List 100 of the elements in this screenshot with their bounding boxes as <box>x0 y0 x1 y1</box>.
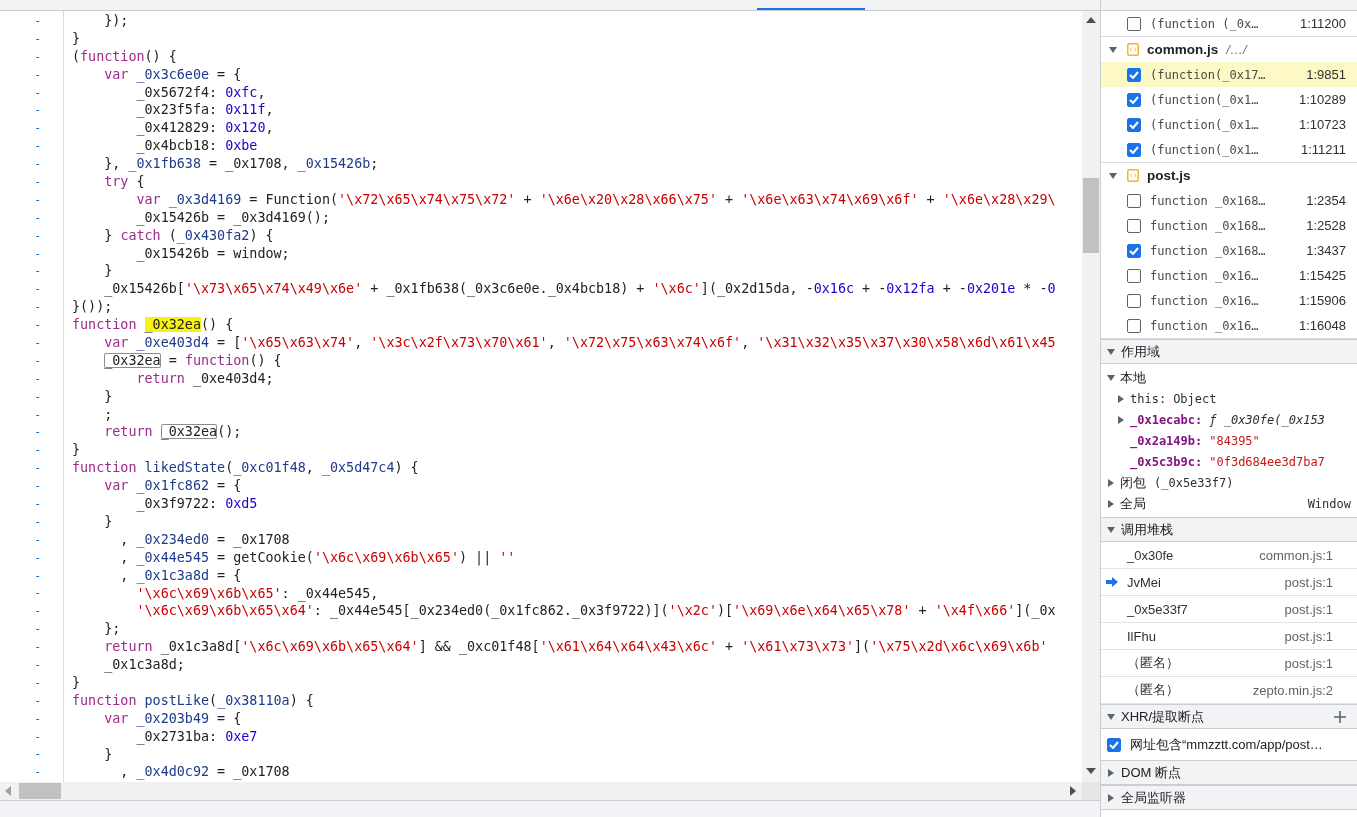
checkbox[interactable] <box>1127 142 1141 157</box>
breakpoint-location: 1:15906 <box>1299 293 1346 308</box>
caret-down-icon[interactable] <box>1109 46 1117 53</box>
caret-right-icon[interactable] <box>1118 415 1124 424</box>
breakpoint-code: (function(_0x1… <box>1150 92 1259 107</box>
code-line: } <box>103 745 114 764</box>
code-line: }, _0x1fb638 = _0x1708, _0x15426b; <box>103 155 380 173</box>
line-marker: - <box>33 30 42 48</box>
breakpoint-row[interactable]: function _0x16… 1:16048 <box>1101 313 1357 338</box>
section-header[interactable]: 全局监听器 <box>1101 785 1357 810</box>
call-frame[interactable]: _0x30fe common.js:1 <box>1101 542 1357 569</box>
scroll-up-icon[interactable] <box>1086 17 1096 23</box>
line-marker: - <box>33 478 42 496</box>
code-line: _0x1c3a8d; <box>103 656 186 674</box>
checkbox[interactable] <box>1127 318 1141 333</box>
breakpoint-location: 1:11200 <box>1299 16 1346 31</box>
call-frame[interactable]: （匿名） post.js:1 <box>1101 650 1357 677</box>
line-marker: - <box>33 120 42 138</box>
breakpoint-row[interactable]: function _0x168… 1:3437 <box>1101 238 1357 263</box>
checkbox[interactable] <box>1127 193 1141 208</box>
breakpoint-row[interactable]: (function (_0x… 1:11200 <box>1101 11 1357 36</box>
breakpoint-row[interactable]: function _0x168… 1:2528 <box>1101 213 1357 238</box>
code-line: } <box>72 441 82 460</box>
code-line: , _0x234ed0 = _0x1708 <box>119 530 291 549</box>
line-marker: - <box>33 460 42 478</box>
code-line: _0x4bcb18: 0xbe <box>135 137 259 156</box>
breakpoint-row[interactable]: (function(_0x1… 1:10723 <box>1101 112 1357 137</box>
variable-value: "0f3d684ee3d7ba7 <box>1209 454 1325 469</box>
scroll-right-icon[interactable] <box>1070 786 1076 796</box>
caret-down-icon[interactable] <box>1109 172 1117 179</box>
caret-right-icon[interactable] <box>1108 499 1114 508</box>
call-frame[interactable]: _0x5e33f7 post.js:1 <box>1101 596 1357 623</box>
section-header[interactable]: XHR/提取断点 <box>1101 704 1357 729</box>
breakpoint-location: 1:3437 <box>1306 243 1346 258</box>
vertical-scrollbar[interactable] <box>1082 11 1100 782</box>
scrollbar-thumb[interactable] <box>19 783 61 799</box>
caret-right-icon[interactable] <box>1118 394 1124 403</box>
checkbox[interactable] <box>1127 293 1141 308</box>
file-name: post.js <box>1147 168 1191 183</box>
code-line: _0x5672f4: 0xfc, <box>135 83 267 102</box>
code-line: _0x2731ba: 0xe7 <box>135 727 259 746</box>
scroll-down-icon[interactable] <box>1086 768 1096 774</box>
caret-down-icon[interactable] <box>1107 713 1115 720</box>
code-line: return _0x1c3a8d['\x6c\x69\x6b\x65\x64'] && _0xc01f48['\x61\x64\x64\x43\x6c' + '\x61\x73\x73']('\x75\x2d\x6c\x69\x6b' <box>103 638 1049 657</box>
breakpoint-row[interactable]: (function(_0x17… 1:9851 <box>1101 62 1357 87</box>
caret-right-icon[interactable] <box>1108 478 1114 487</box>
code-line: , _0x44e545 = getCookie('\x6c\x69\x6b\x65') || '' <box>119 548 517 567</box>
section-header[interactable]: 作用域 <box>1101 339 1357 364</box>
line-marker: - <box>33 424 42 442</box>
code-line: , _0x1c3a8d = { <box>119 566 243 585</box>
horizontal-scrollbar[interactable] <box>0 782 1100 800</box>
frame-location: post.js:1 <box>1284 601 1333 617</box>
breakpoint-row[interactable]: function _0x168… 1:2354 <box>1101 188 1357 213</box>
caret-right-icon[interactable] <box>1108 768 1114 777</box>
caret-down-icon[interactable] <box>1107 374 1115 381</box>
scope-label: 本地 <box>1120 368 1146 387</box>
checkbox[interactable] <box>1127 67 1141 82</box>
call-frame[interactable]: JvMei post.js:1 <box>1101 569 1357 596</box>
caret-down-icon[interactable] <box>1107 348 1115 355</box>
breakpoint-location: 1:2528 <box>1306 218 1346 233</box>
code-line: try { <box>103 173 146 191</box>
checkbox[interactable] <box>1127 92 1141 107</box>
checkbox[interactable] <box>1127 243 1141 258</box>
checkbox[interactable] <box>1127 268 1141 283</box>
variable-value: ƒ _0x30fe(_0x153 <box>1209 412 1325 427</box>
add-icon[interactable] <box>1334 710 1346 723</box>
variable-name: this: <box>1130 391 1167 406</box>
checkbox[interactable] <box>1127 16 1141 31</box>
breakpoint-row[interactable]: (function(_0x1… 1:10289 <box>1101 87 1357 112</box>
variable-name: _0x5c3b9c: <box>1130 454 1203 469</box>
breakpoint-code: (function(_0x1… <box>1150 142 1259 157</box>
breakpoint-row[interactable]: function _0x16… 1:15906 <box>1101 288 1357 313</box>
file-icon <box>1127 169 1139 182</box>
line-marker: - <box>33 317 42 335</box>
breakpoint-location: 1:16048 <box>1299 318 1346 333</box>
code-line: _0x23f5fa: 0x11f, <box>135 101 275 120</box>
frame-function: （匿名） <box>1127 654 1179 672</box>
line-marker: - <box>33 191 42 209</box>
code-line: } <box>103 262 114 281</box>
code-line: function likedState(_0xc01f48, _0x5d47c4) { <box>72 459 420 478</box>
call-frame[interactable]: IlFhu post.js:1 <box>1101 623 1357 650</box>
frame-function: IlFhu <box>1127 628 1156 644</box>
section-header[interactable]: 调用堆栈 <box>1101 517 1357 542</box>
breakpoint-location: 1:15425 <box>1299 268 1346 283</box>
file-path: /…/ <box>1226 42 1247 57</box>
line-marker: - <box>33 388 42 406</box>
checkbox[interactable] <box>1107 737 1121 752</box>
line-marker: - <box>33 657 42 674</box>
frame-location: post.js:1 <box>1284 655 1333 671</box>
frame-location: common.js:1 <box>1259 547 1333 563</box>
breakpoint-row[interactable]: function _0x16… 1:15425 <box>1101 263 1357 288</box>
section-header[interactable]: DOM 断点 <box>1101 760 1357 785</box>
code-line: var _0x1fc862 = { <box>103 477 243 496</box>
checkbox[interactable] <box>1127 117 1141 132</box>
checkbox[interactable] <box>1127 218 1141 233</box>
code-line: _0x32ea = function() { <box>103 351 283 370</box>
caret-right-icon[interactable] <box>1108 793 1114 802</box>
caret-down-icon[interactable] <box>1107 526 1115 533</box>
breakpoint-row[interactable]: (function(_0x1… 1:11211 <box>1101 137 1357 162</box>
scrollbar-thumb[interactable] <box>1083 178 1099 253</box>
